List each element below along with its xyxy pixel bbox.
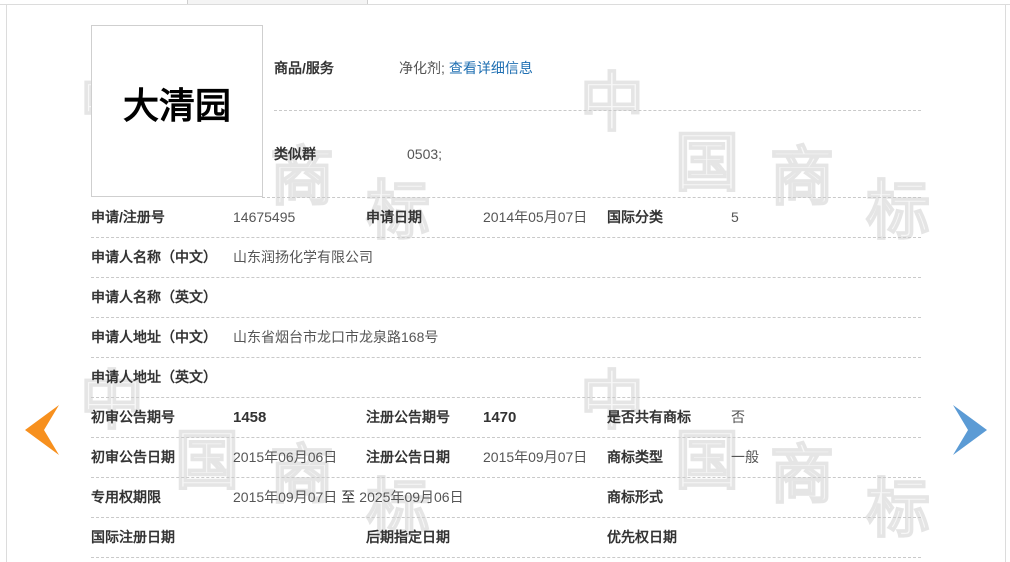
detail-row: 专用权期限 2015年09月07日至 2025年09月06日 商标形式 <box>91 478 921 518</box>
later-designation-date-label: 后期指定日期 <box>366 529 450 545</box>
shared-mark-label: 是否共有商标 <box>607 409 691 425</box>
applicant-addr-en-label: 申请人地址（英文） <box>91 369 217 385</box>
prelim-pub-date-value: 2015年06月06日 <box>233 449 338 465</box>
exclusive-term-start: 2015年09月07日 <box>233 489 338 505</box>
detail-row: 国际注册日期 后期指定日期 优先权日期 <box>91 518 921 558</box>
detail-row: 初审公告日期 2015年06月06日 注册公告日期 2015年09月07日 商标… <box>91 438 921 478</box>
shared-mark-value: 否 <box>731 409 745 425</box>
detail-row: 申请人地址（中文） 山东省烟台市龙口市龙泉路168号 <box>91 318 921 358</box>
prelim-pub-date-label: 初审公告日期 <box>91 449 175 465</box>
exclusive-term-end: 2025年09月06日 <box>359 489 464 505</box>
detail-row: 申请人地址（英文） <box>91 358 921 398</box>
arrow-right-icon <box>953 405 987 455</box>
exclusive-term-separator: 至 <box>341 489 356 505</box>
detail-row: 申请人名称（中文） 山东润扬化学有限公司 <box>91 238 921 278</box>
mark-form-label: 商标形式 <box>607 489 663 505</box>
watermark-char: 国 <box>674 127 740 201</box>
reg-no-label: 申请/注册号 <box>91 209 165 225</box>
goods-services-label: 商品/服务 <box>274 60 334 76</box>
watermark-char: 中 <box>579 67 645 141</box>
reg-no-value: 14675495 <box>233 209 296 225</box>
prev-arrow-button[interactable] <box>24 404 60 456</box>
prelim-pub-no-value: 1458 <box>233 409 267 426</box>
applicant-addr-cn-value: 山东省烟台市龙口市龙泉路168号 <box>233 329 439 345</box>
view-details-link[interactable]: 查看详细信息 <box>449 60 533 76</box>
goods-services-value-wrap: 净化剂; 查看详细信息 <box>399 54 533 82</box>
divider <box>274 110 921 111</box>
similar-group-value: 0503; <box>407 146 443 162</box>
detail-row: 申请/注册号 14675495 申请日期 2014年05月07日 国际分类 5 <box>91 198 921 238</box>
reg-pub-no-value: 1470 <box>483 409 517 426</box>
next-arrow-button[interactable] <box>952 404 988 456</box>
mark-type-label: 商标类型 <box>607 449 663 465</box>
applicant-name-cn-value: 山东润扬化学有限公司 <box>233 249 373 265</box>
detail-row: 初审公告期号 1458 注册公告期号 1470 是否共有商标 否 <box>91 398 921 438</box>
applicant-addr-cn-label: 申请人地址（中文） <box>91 329 217 345</box>
priority-date-label: 优先权日期 <box>607 529 677 545</box>
trademark-name: 大清园 <box>122 85 231 126</box>
applicant-name-en-label: 申请人名称（英文） <box>91 289 217 305</box>
trademark-image: 大清园 <box>91 25 263 197</box>
detail-row: 申请人名称（英文） <box>91 278 921 318</box>
mark-type-value: 一般 <box>731 449 759 465</box>
reg-pub-date-value: 2015年09月07日 <box>483 449 588 465</box>
intl-class-label: 国际分类 <box>607 209 663 225</box>
reg-pub-date-label: 注册公告日期 <box>366 449 450 465</box>
exclusive-term-value: 2015年09月07日至 2025年09月06日 <box>233 478 464 517</box>
exclusive-term-label: 专用权期限 <box>91 489 161 505</box>
applicant-name-cn-label: 申请人名称（中文） <box>91 249 217 265</box>
app-date-value: 2014年05月07日 <box>483 209 588 225</box>
goods-services-value: 净化剂; <box>399 60 445 76</box>
reg-pub-no-label: 注册公告期号 <box>366 409 450 425</box>
prelim-pub-no-label: 初审公告期号 <box>91 409 175 425</box>
intl-class-value: 5 <box>731 209 739 225</box>
app-date-label: 申请日期 <box>366 209 422 225</box>
intl-reg-date-label: 国际注册日期 <box>91 529 175 545</box>
arrow-left-icon <box>25 405 59 455</box>
similar-group-label: 类似群 <box>274 146 316 162</box>
